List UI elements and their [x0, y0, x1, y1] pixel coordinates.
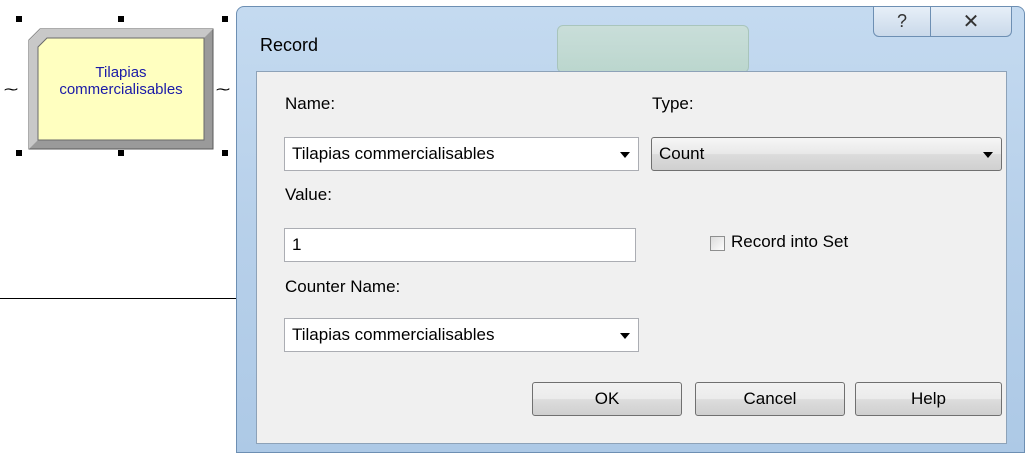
- close-button[interactable]: ✕: [931, 7, 1012, 37]
- record-into-set-label[interactable]: Record into Set: [731, 232, 848, 252]
- value-label: Value:: [285, 185, 332, 204]
- selection-handle[interactable]: [222, 16, 228, 22]
- cancel-button[interactable]: Cancel: [695, 382, 845, 416]
- selection-handle[interactable]: [222, 150, 228, 156]
- module-label: Tilapias commercialisables: [28, 64, 214, 98]
- connector-line[interactable]: [0, 298, 252, 299]
- selection-handle[interactable]: [16, 150, 22, 156]
- value-input[interactable]: 1: [284, 228, 636, 262]
- chevron-down-icon[interactable]: [620, 333, 630, 339]
- selection-handle[interactable]: [118, 150, 124, 156]
- module-label-line1: Tilapias: [95, 64, 147, 81]
- module-label-line2: commercialisables: [59, 81, 183, 98]
- dialog-client-area: Name: Tilapias commercialisables Type: C…: [256, 71, 1007, 444]
- counter-name-value: Tilapias commercialisables: [292, 325, 495, 344]
- value-text: 1: [292, 235, 302, 254]
- entry-connection-point[interactable]: ⁓: [4, 82, 18, 96]
- type-value: Count: [659, 144, 705, 163]
- dialog-title: Record: [260, 35, 319, 55]
- question-mark-icon: ?: [896, 11, 907, 31]
- close-icon: ✕: [962, 11, 980, 33]
- counter-name-label: Counter Name:: [285, 277, 401, 296]
- type-dropdown[interactable]: Count: [651, 137, 1002, 171]
- name-label: Name:: [285, 94, 336, 113]
- record-module[interactable]: Tilapias commercialisables: [28, 28, 214, 150]
- help-button[interactable]: Help: [855, 382, 1002, 416]
- name-value: Tilapias commercialisables: [292, 144, 495, 163]
- titlebar-background-glass: [557, 25, 749, 73]
- help-caption-button[interactable]: ?: [873, 7, 931, 37]
- exit-connection-point[interactable]: ⁓: [216, 82, 230, 96]
- selection-handle[interactable]: [16, 16, 22, 22]
- ok-button[interactable]: OK: [532, 382, 682, 416]
- record-dialog: Record ? ✕ Name: Tilapias commercialisab…: [236, 6, 1025, 453]
- chevron-down-icon[interactable]: [620, 152, 630, 158]
- name-combobox[interactable]: Tilapias commercialisables: [284, 137, 639, 171]
- record-into-set-checkbox[interactable]: [710, 236, 725, 251]
- selection-handle[interactable]: [118, 16, 124, 22]
- counter-name-combobox[interactable]: Tilapias commercialisables: [284, 318, 639, 352]
- type-label: Type:: [652, 94, 694, 113]
- caption-buttons: ? ✕: [873, 7, 1012, 38]
- chevron-down-icon[interactable]: [983, 152, 993, 158]
